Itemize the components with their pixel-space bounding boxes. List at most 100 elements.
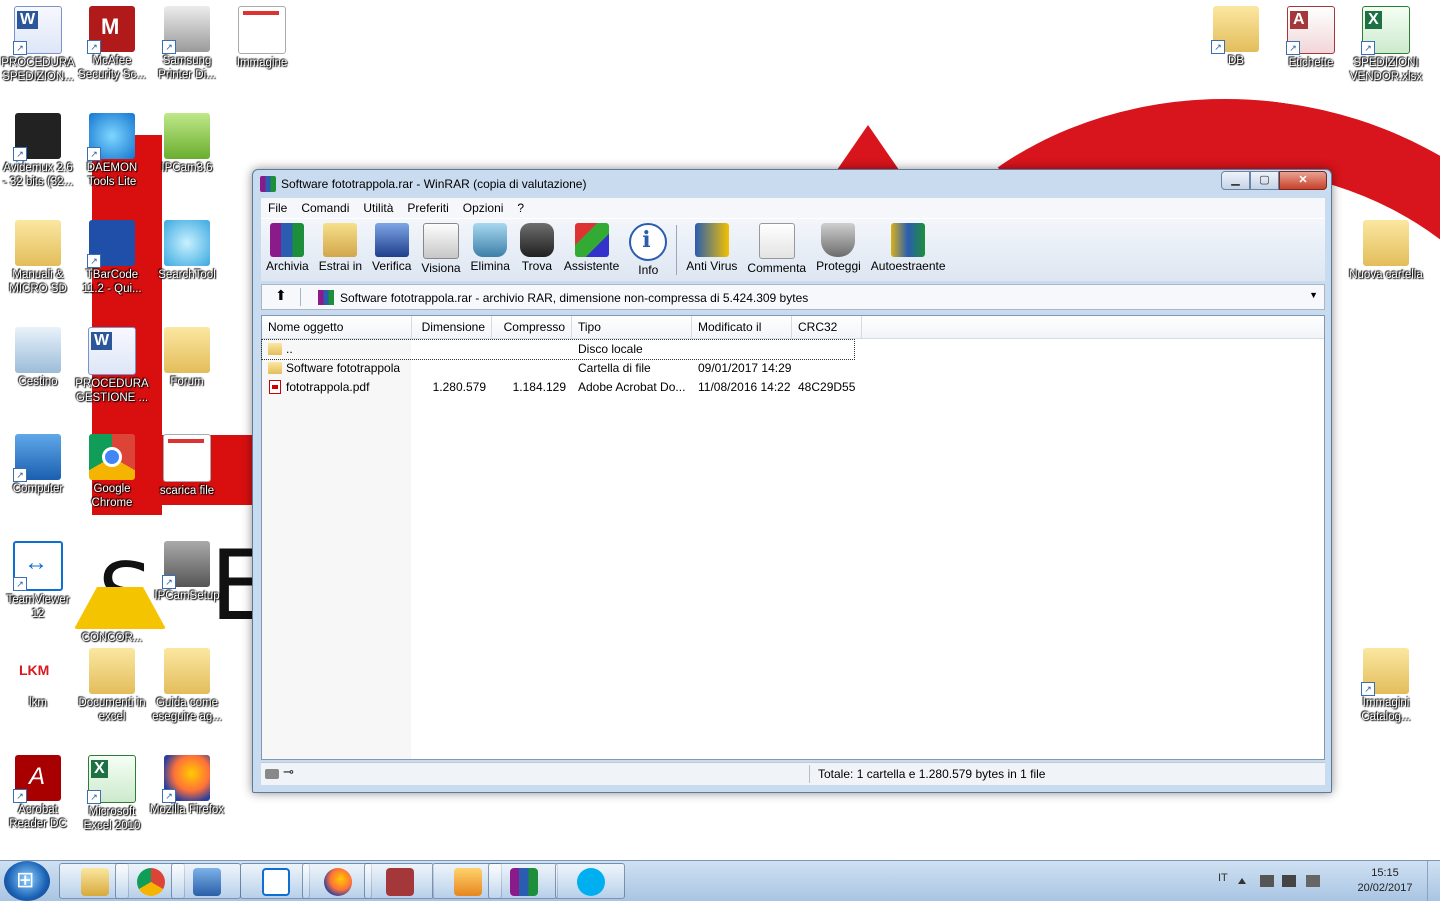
menu-preferiti[interactable]: Preferiti [400,201,455,215]
desktop-icon-cestino[interactable]: Cestino [0,321,76,389]
status-divider [809,765,810,783]
taskbar-firefox[interactable] [302,863,372,899]
window-titlebar[interactable]: Software fototrappola.rar - WinRAR (copi… [253,170,1331,198]
desktop-icon-ipcam[interactable]: IPCam3.6 [149,107,225,175]
table-row[interactable]: Software fototrappola Cartella di file 0… [262,359,862,378]
toolbar-label: Autoestraente [870,259,946,273]
recycle-bin-icon [15,327,61,373]
find-button[interactable]: Trova [515,219,559,281]
language-indicator[interactable]: IT [1218,872,1228,884]
network-icon[interactable] [1260,875,1274,887]
chrome-icon [89,434,135,480]
window-controls: ▁ ▢ ✕ [1221,171,1327,190]
sfx-button[interactable]: Autoestraente [866,219,951,281]
column-crc32[interactable]: CRC32 [792,316,862,338]
chevron-up-icon[interactable] [1238,878,1246,884]
desktop-icon-scarica-file[interactable]: scarica file [149,428,225,498]
desktop-icon-spedizioni-vendor[interactable]: ↗SPEDIZIONI VENDOR.xlsx [1348,0,1424,84]
excel-icon: ↗ [87,755,136,804]
desktop-icon-google-chrome[interactable]: Google Chrome [74,428,150,510]
comment-button[interactable]: Commenta [742,219,811,281]
wizard-icon [574,223,609,257]
desktop-icon-avidemux[interactable]: ↗ Avidemux 2.6 - 32 bits (32... [0,107,76,189]
column-modified[interactable]: Modificato il [692,316,792,338]
table-row[interactable]: .. Disco locale [261,339,855,360]
maximize-button[interactable]: ▢ [1250,171,1279,190]
column-packed[interactable]: Compresso [492,316,572,338]
menu-help[interactable]: ? [510,201,531,215]
taskbar-access[interactable] [364,863,434,899]
desktop-icon-samsung-printer[interactable]: ↗ Samsung Printer Di... [149,0,225,82]
desktop-icon-forum[interactable]: Forum [149,321,225,389]
desktop-icon-label: Mozilla Firefox [149,804,225,816]
folder-icon: ↗ [1361,648,1409,696]
desktop-icon-guida[interactable]: Guida come eseguire ag... [149,642,225,724]
minimize-button[interactable]: ▁ [1221,171,1250,190]
view-button[interactable]: Visiona [416,219,465,281]
desktop-icon-lkm[interactable]: lkm [0,642,76,710]
desktop-icon-immagini-catalogo[interactable]: ↗ Immagini Catalog... [1348,642,1424,724]
drive-key-icon[interactable] [265,764,299,781]
up-folder-button[interactable] [266,287,301,306]
desktop-icon-mcafee[interactable]: ↗McAfee Security Sc... [74,0,150,82]
desktop-icon-manuali[interactable]: Manuali & MICRO SD [0,214,76,296]
toolbar-label: Verifica [372,259,412,273]
taskbar-skype[interactable] [555,863,625,899]
desktop-icon-daemon-tools[interactable]: ↗ DAEMON Tools Lite [74,107,150,189]
desktop-icon-acrobat-reader[interactable]: ↗Acrobat Reader DC [0,749,76,831]
protect-button[interactable]: Proteggi [811,219,866,281]
show-desktop-button[interactable] [1427,861,1440,901]
desktop-icon-searchtool[interactable]: SearchTool [149,214,225,282]
desktop-icon-etichette[interactable]: ↗ Etichette [1273,0,1349,70]
desktop-icon-procedura-spedizioni[interactable]: ↗PROCEDURA SPEDIZION... [0,0,76,84]
info-button[interactable]: Info [624,219,672,281]
column-name[interactable]: Nome oggetto [262,316,412,338]
close-button[interactable]: ✕ [1279,171,1327,190]
antivirus-button[interactable]: Anti Virus [681,219,742,281]
taskbar-remote-desktop[interactable] [171,863,241,899]
desktop-icon-db[interactable]: ↗ DB [1198,0,1274,68]
daemon-tools-icon: ↗ [87,113,135,161]
delete-button[interactable]: Elimina [466,219,515,281]
volume-icon[interactable] [1306,875,1320,887]
menu-opzioni[interactable]: Opzioni [456,201,511,215]
address-bar[interactable]: Software fototrappola.rar - archivio RAR… [261,284,1325,310]
toolbar-label: Proteggi [816,259,861,273]
desktop-icon-immagine[interactable]: Immagine [224,0,300,70]
start-button[interactable] [4,861,50,901]
extract-to-button[interactable]: Estrai in [314,219,367,281]
menu-file[interactable]: File [261,201,294,215]
taskbar-winrar[interactable] [488,863,558,899]
menu-comandi[interactable]: Comandi [294,201,356,215]
desktop-icon-computer[interactable]: ↗ Computer [0,428,76,496]
desktop-icon-ipcamsetup[interactable]: ↗ IPCamSetup [149,535,225,603]
chevron-down-icon[interactable]: ▼ [1309,290,1318,300]
test-button[interactable]: Verifica [367,219,416,281]
desktop-icon-tbarcode[interactable]: ↗ TBarCode 11.2 - Qui... [74,214,150,296]
info-icon [629,223,668,261]
column-type[interactable]: Tipo [572,316,692,338]
find-icon [519,223,554,257]
taskbar-teamviewer[interactable] [240,863,310,899]
table-row[interactable]: fototrappola.pdf 1.280.579 1.184.129 Ado… [262,378,862,397]
action-center-icon[interactable] [1282,875,1296,887]
desktop-icon-procedura-gestione[interactable]: PROCEDURA GESTIONE ... [74,321,150,405]
file-crc: 48C29D55 [798,380,856,394]
column-size[interactable]: Dimensione [412,316,492,338]
desktop-icon-excel-2010[interactable]: ↗Microsoft Excel 2010 [74,749,150,833]
clock[interactable]: 15:15 20/02/2017 [1350,866,1420,896]
menu-utilita[interactable]: Utilità [356,201,400,215]
archive-button[interactable]: Archivia [261,219,314,281]
wizard-button[interactable]: Assistente [559,219,624,281]
desktop-icon-firefox[interactable]: ↗ Mozilla Firefox [149,749,225,817]
desktop-icon-concor[interactable]: CONCOR... [74,535,166,645]
desktop-icon-teamviewer[interactable]: ↗ TeamViewer 12 [0,535,76,621]
status-text: Totale: 1 cartella e 1.280.579 bytes in … [818,767,1046,781]
folder-icon [89,648,135,694]
desktop-icon-nuova-cartella[interactable]: Nuova cartella [1348,214,1424,282]
file-list[interactable]: Nome oggetto Dimensione Compresso Tipo M… [261,315,1325,760]
film-clapper-icon: ↗ [13,113,61,161]
desktop-icon-label: Acrobat Reader DC [9,804,67,830]
desktop-icon-documenti-excel[interactable]: Documenti in excel [74,642,150,724]
teamviewer-icon: ↗ [13,541,63,591]
